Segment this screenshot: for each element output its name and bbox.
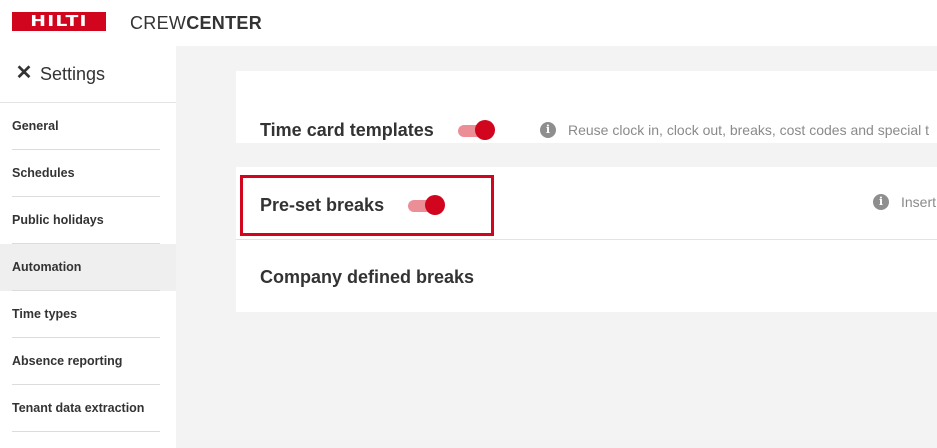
toggle-knob: [425, 195, 445, 215]
preset-breaks-title: Pre-set breaks: [260, 195, 385, 215]
time-card-templates-toggle[interactable]: [458, 119, 496, 141]
preset-breaks-toggle[interactable]: [408, 194, 446, 216]
sidebar-item-automation[interactable]: Automation: [0, 244, 176, 291]
time-card-templates-title: Time card templates: [260, 120, 434, 140]
toggle-knob: [475, 120, 495, 140]
close-icon[interactable]: ✕: [14, 63, 34, 83]
time-card-templates-description: Reuse clock in, clock out, breaks, cost …: [568, 122, 930, 138]
time-card-templates-card: Time card templates i Reuse clock in, cl…: [236, 71, 937, 143]
sidebar-item-tenant-data-extraction[interactable]: Tenant data extraction: [0, 385, 176, 432]
product-name-part1: CREW: [130, 13, 187, 33]
top-bar: HILTI CREWCENTER: [0, 0, 937, 46]
sidebar-item-public-holidays[interactable]: Public holidays: [0, 197, 176, 244]
breaks-card: Pre-set breaks i Insert Company defined …: [236, 167, 937, 312]
sidebar-item-time-types[interactable]: Time types: [0, 291, 176, 338]
settings-title: Settings: [40, 64, 106, 84]
preset-breaks-description: Insert: [901, 194, 937, 210]
divider: [236, 239, 937, 240]
logo-text: HILTI: [30, 12, 88, 30]
hilti-logo[interactable]: HILTI: [12, 12, 106, 31]
info-icon[interactable]: i: [873, 194, 889, 210]
product-name-part2: CENTER: [186, 13, 263, 33]
info-icon[interactable]: i: [540, 122, 556, 138]
company-defined-breaks-title: Company defined breaks: [260, 267, 475, 287]
settings-sidebar: ✕ Settings General Schedules Public holi…: [0, 46, 176, 448]
sidebar-item-absence-reporting[interactable]: Absence reporting: [0, 338, 176, 385]
main-content: Time card templates i Reuse clock in, cl…: [176, 46, 937, 448]
product-name: CREWCENTER: [130, 12, 262, 34]
sidebar-item-schedules[interactable]: Schedules: [0, 150, 176, 197]
settings-nav: General Schedules Public holidays Automa…: [0, 103, 176, 432]
settings-header: ✕ Settings: [0, 46, 176, 103]
sidebar-item-general[interactable]: General: [0, 103, 176, 150]
